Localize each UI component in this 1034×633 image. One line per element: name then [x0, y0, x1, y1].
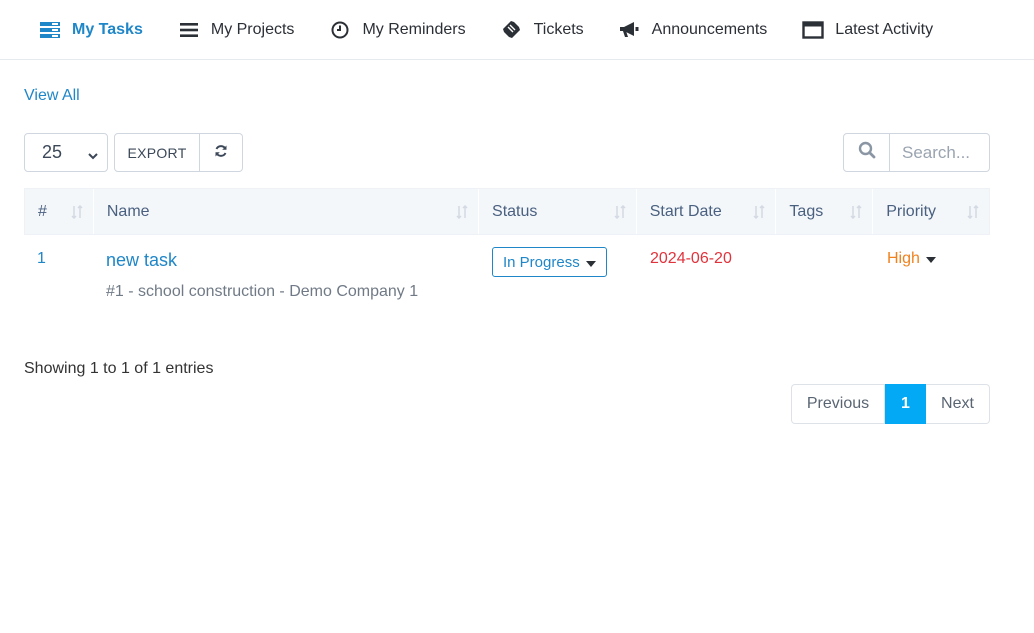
sort-icon	[967, 204, 979, 224]
refresh-button[interactable]	[200, 133, 243, 172]
column-header-name[interactable]: Name	[94, 189, 480, 234]
tab-label: My Reminders	[362, 20, 466, 38]
column-header-tags[interactable]: Tags	[776, 189, 874, 234]
bullhorn-icon	[618, 19, 642, 41]
search-input[interactable]	[890, 133, 990, 172]
tab-my-projects[interactable]: My Projects	[177, 0, 295, 60]
sort-icon	[71, 204, 83, 224]
task-name-link[interactable]: new task	[106, 250, 479, 271]
column-label: Start Date	[649, 202, 722, 220]
sort-icon	[753, 204, 765, 224]
caret-down-icon	[585, 254, 596, 271]
ticket-icon	[500, 19, 524, 41]
column-header-priority[interactable]: Priority	[873, 189, 989, 234]
start-date: 2024-06-20	[650, 250, 732, 267]
column-label: #	[38, 202, 47, 220]
task-subtitle: #1 - school construction - Demo Company …	[106, 283, 419, 300]
cell-name: new task #1 - school construction - Demo…	[93, 235, 479, 315]
top-tabs: My Tasks My Projects My Reminders Ticket…	[0, 0, 1034, 60]
list-icon	[177, 19, 201, 41]
column-label: Tags	[789, 202, 824, 220]
table-actions: EXPORT	[114, 133, 243, 172]
previous-page-button[interactable]: Previous	[791, 384, 885, 424]
tab-label: Tickets	[533, 20, 584, 38]
status-dropdown[interactable]: In Progress	[492, 247, 607, 277]
page-length-select[interactable]: 25	[24, 133, 108, 172]
window-icon	[801, 19, 825, 41]
priority-label: High	[887, 250, 920, 267]
tab-announcements[interactable]: Announcements	[618, 0, 768, 60]
page-1-button[interactable]: 1	[885, 384, 926, 424]
row-number: 1	[37, 250, 46, 267]
chevron-down-icon	[87, 146, 99, 167]
column-header-start-date[interactable]: Start Date	[637, 189, 777, 234]
tab-label: Announcements	[651, 20, 768, 38]
tab-my-reminders[interactable]: My Reminders	[328, 0, 466, 60]
search-box	[843, 133, 990, 172]
tasks-icon	[38, 19, 62, 41]
page-length-value: 25	[42, 142, 63, 162]
pagination: Previous 1 Next	[791, 384, 990, 424]
refresh-icon	[214, 144, 228, 161]
table-header: # Name Status Start Date Tags Priority	[24, 188, 990, 235]
cell-tags	[777, 235, 874, 315]
column-label: Status	[492, 202, 538, 220]
tasks-table: # Name Status Start Date Tags Priority 1…	[24, 188, 990, 315]
search-button[interactable]	[843, 133, 890, 172]
tab-label: My Tasks	[72, 20, 143, 38]
tab-label: Latest Activity	[835, 20, 934, 38]
sort-icon	[456, 204, 468, 224]
table-row: 1 new task #1 - school construction - De…	[24, 235, 990, 315]
tab-my-tasks[interactable]: My Tasks	[38, 0, 143, 60]
tab-label: My Projects	[210, 20, 295, 38]
column-label: Name	[106, 202, 150, 220]
column-header-status[interactable]: Status	[479, 189, 637, 234]
export-button[interactable]: EXPORT	[114, 133, 200, 172]
cell-priority: High	[874, 235, 990, 315]
table-info: Showing 1 to 1 of 1 entries	[24, 360, 214, 377]
priority-dropdown[interactable]: High	[887, 250, 936, 268]
clock-icon	[328, 19, 352, 41]
caret-down-icon	[925, 250, 936, 268]
next-page-button[interactable]: Next	[926, 384, 990, 424]
cell-number: 1	[24, 235, 93, 315]
tab-latest-activity[interactable]: Latest Activity	[801, 0, 933, 60]
search-icon	[858, 141, 876, 164]
column-header-number[interactable]: #	[25, 189, 94, 234]
sort-icon	[614, 204, 626, 224]
column-label: Priority	[886, 202, 937, 220]
sort-icon	[850, 204, 862, 224]
cell-start-date: 2024-06-20	[637, 235, 777, 315]
view-all-link[interactable]: View All	[24, 87, 80, 105]
cell-status: In Progress	[479, 235, 637, 315]
tab-tickets[interactable]: Tickets	[500, 0, 584, 60]
status-label: In Progress	[503, 253, 580, 271]
